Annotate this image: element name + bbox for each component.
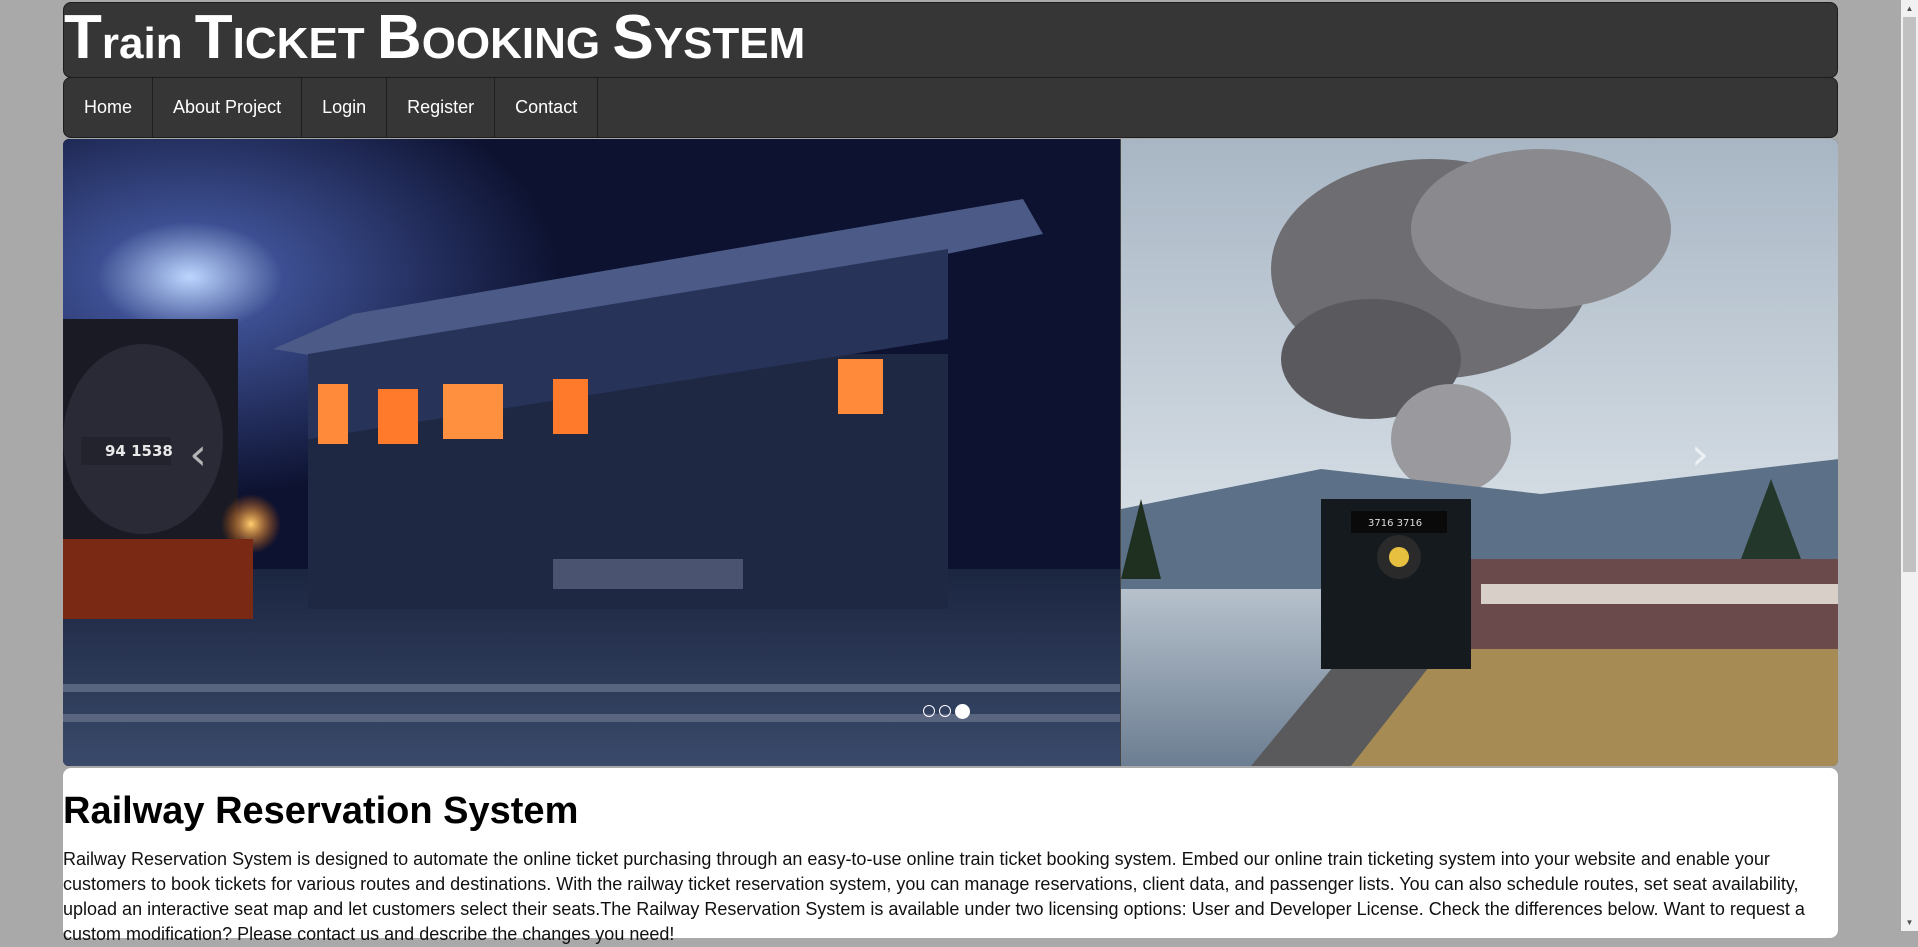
- site-title-part: OOKING: [421, 19, 613, 68]
- site-title-part: T: [194, 3, 233, 72]
- scrollbar-thumb[interactable]: [1903, 17, 1916, 572]
- nav-home[interactable]: Home: [64, 78, 154, 137]
- engine-plate: 3716 3716: [1368, 518, 1422, 529]
- main-content: Railway Reservation System Railway Reser…: [63, 768, 1838, 944]
- intro-paragraph: Railway Reservation System is designed t…: [63, 849, 1805, 944]
- scroll-up-arrow-icon[interactable]: ▲: [1901, 0, 1918, 17]
- site-title-part: ICKET: [232, 19, 377, 68]
- nav-login[interactable]: Login: [302, 78, 388, 137]
- nav-about-project[interactable]: About Project: [153, 78, 303, 137]
- slide-night-station-image: 94 1538: [63, 139, 1120, 766]
- site-title-part: YSTEM: [653, 19, 806, 68]
- site-title-part: T: [64, 3, 102, 72]
- site-title-part: rain: [101, 19, 195, 68]
- site-header: Train TICKET BOOKING SYSTEM: [63, 2, 1838, 78]
- image-carousel: 94 1538 3716 3716 ‹ ›: [63, 139, 1838, 766]
- page-heading: Railway Reservation System: [63, 790, 579, 832]
- carousel-prev-arrow-icon[interactable]: ‹: [178, 433, 218, 477]
- carousel-dot-2[interactable]: [939, 705, 951, 717]
- carousel-indicators: [923, 704, 970, 719]
- nav-register[interactable]: Register: [387, 78, 496, 137]
- site-title-part: B: [376, 3, 422, 72]
- vertical-scrollbar[interactable]: ▲ ▼: [1901, 0, 1918, 931]
- site-title-part: S: [612, 3, 654, 72]
- carousel-dot-1[interactable]: [923, 705, 935, 717]
- site-title: Train TICKET BOOKING SYSTEM: [64, 7, 805, 69]
- carousel-dot-3[interactable]: [955, 704, 970, 719]
- locomotive-number: 94 1538: [105, 442, 173, 460]
- scroll-down-arrow-icon[interactable]: ▼: [1901, 914, 1918, 931]
- nav-contact[interactable]: Contact: [495, 78, 599, 137]
- main-nav: Home About Project Login Register Contac…: [63, 77, 1838, 138]
- slide-steam-train-image: 3716 3716: [1120, 139, 1838, 766]
- carousel-next-arrow-icon[interactable]: ›: [1680, 433, 1720, 477]
